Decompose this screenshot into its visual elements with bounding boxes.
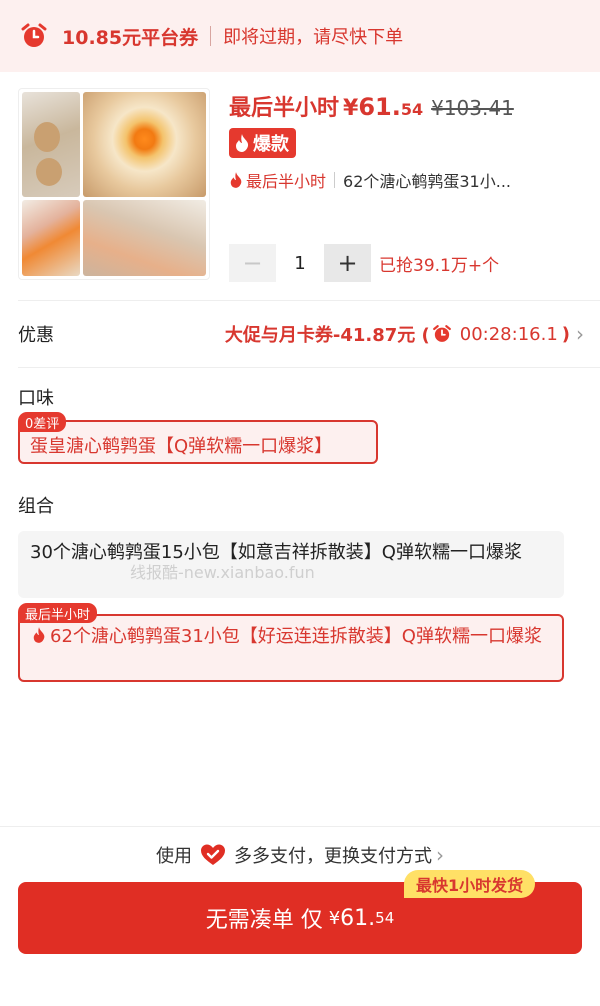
original-price: ¥103.41 — [431, 96, 514, 120]
heart-check-icon — [201, 844, 225, 865]
hot-badge: 爆款 — [229, 128, 296, 158]
flavor-label: 口味 — [18, 388, 54, 409]
price-integer: 61. — [358, 93, 401, 121]
flame-icon — [236, 134, 249, 152]
cta-price-integer: 61. — [340, 905, 376, 931]
buy-button-label: 无需凑单 仅 — [205, 908, 323, 933]
product-photo-3 — [22, 200, 80, 276]
promo-detail: 大促与月卡券-41.87元 ( 00:28:16.1 ) › — [225, 321, 584, 347]
selected-sku-name: 62个溏心鹌鹑蛋31小... — [343, 172, 511, 191]
promo-label: 优惠 — [18, 325, 54, 346]
product-photo-4 — [83, 200, 206, 276]
divider — [0, 826, 600, 827]
currency-symbol: ¥ — [343, 96, 359, 121]
change-payment-link[interactable]: 更换支付方式 — [324, 842, 432, 868]
coupon-amount: 10.85元平台券 — [62, 26, 199, 49]
alarm-clock-icon — [432, 325, 451, 342]
sold-count: 已抢39.1万+个 — [379, 255, 500, 276]
combo-option-selected[interactable]: 62个溏心鹌鹑蛋31小包【好运连连拆散装】Q弹软糯一口爆浆 — [18, 614, 564, 682]
product-photo-2 — [83, 92, 206, 197]
product-subtitle: 最后半小时 62个溏心鹌鹑蛋31小... — [229, 168, 579, 192]
coupon-expiry-tip: 即将过期，请尽快下单 — [223, 27, 404, 48]
alarm-clock-icon — [20, 22, 48, 50]
price-decimal: 54 — [400, 100, 424, 119]
combo-option-label: 62个溏心鹌鹑蛋31小包【好运连连拆散装】Q弹软糯一口爆浆 — [50, 626, 542, 647]
promo-close-paren: ) — [561, 323, 570, 345]
payment-method-row[interactable]: 使用 多多支付， 更换支付方式 › — [0, 836, 600, 874]
divider — [18, 300, 600, 301]
flash-sale-label: 最后半小时 — [229, 96, 340, 121]
divider — [334, 172, 336, 188]
quantity-value[interactable]: 1 — [276, 253, 324, 274]
coupon-bar[interactable]: 10.85元平台券 即将过期，请尽快下单 — [0, 0, 600, 72]
promo-countdown: 00:28:16.1 — [459, 323, 558, 345]
promo-text: 大促与月卡券-41.87元 ( — [224, 325, 430, 346]
payment-method: 多多支付， — [234, 846, 324, 867]
flavor-option-label: 蛋皇溏心鹌鹑蛋【Q弹软糯一口爆浆】 — [30, 436, 333, 457]
quantity-minus-button[interactable]: − — [229, 244, 276, 282]
divider — [18, 367, 600, 368]
flash-sale-tag: 最后半小时 — [18, 603, 98, 623]
combo-label: 组合 — [18, 496, 54, 517]
flame-icon — [230, 172, 242, 188]
product-image[interactable] — [18, 88, 210, 280]
flavor-option-selected[interactable]: 蛋皇溏心鹌鹑蛋【Q弹软糯一口爆浆】 — [18, 420, 378, 464]
promo-row[interactable]: 优惠 大促与月卡券-41.87元 ( 00:28:16.1 ) › — [18, 318, 584, 350]
cta-price-decimal: 54 — [375, 909, 395, 927]
product-summary: 最后半小时 ¥ 61. 54 ¥103.41 爆款 最后半小时 62个溏心鹌鹑蛋… — [18, 88, 582, 288]
watermark: 线报酷-new.xianbao.fun — [130, 563, 315, 582]
product-photo-1 — [22, 92, 80, 197]
flame-icon — [33, 627, 45, 643]
currency-symbol: ¥ — [328, 907, 341, 929]
fast-shipping-badge: 最快1小时发货 — [404, 870, 536, 898]
subtitle-flash-label: 最后半小时 — [246, 172, 327, 191]
divider — [210, 26, 212, 46]
payment-prefix: 使用 — [156, 846, 192, 867]
no-bad-review-tag: 0差评 — [18, 412, 67, 432]
chevron-right-icon: › — [436, 843, 444, 867]
hot-badge-label: 爆款 — [253, 134, 289, 155]
quantity-plus-button[interactable]: + — [324, 244, 371, 282]
price-line: 最后半小时 ¥ 61. 54 ¥103.41 — [229, 90, 514, 122]
quantity-stepper: − 1 + 已抢39.1万+个 — [229, 244, 499, 282]
chevron-right-icon: › — [576, 322, 584, 346]
